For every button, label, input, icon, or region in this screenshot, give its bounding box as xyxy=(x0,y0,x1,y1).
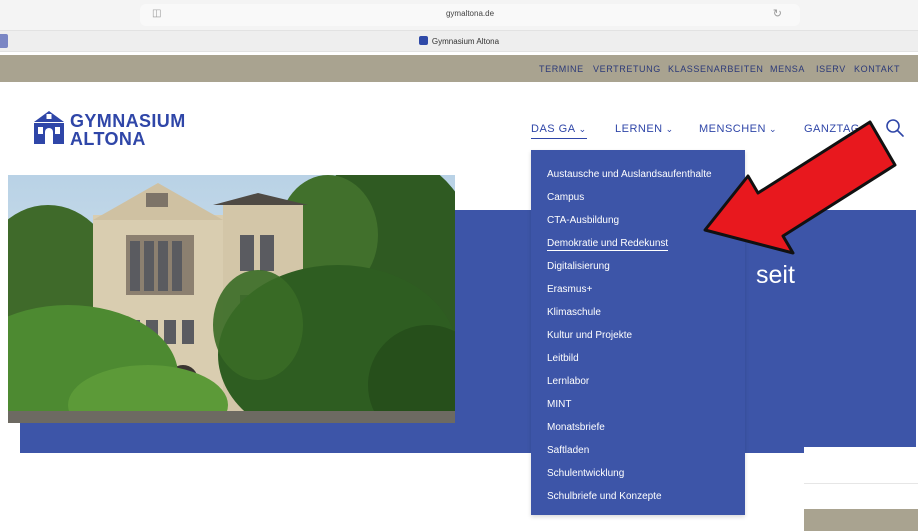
menu-item-mint[interactable]: MINT xyxy=(547,399,571,410)
browser-url-bar: ◫ gymaltona.de ↻ xyxy=(0,0,918,30)
reload-icon[interactable]: ↻ xyxy=(773,7,782,20)
util-link-termine[interactable]: TERMINE xyxy=(539,64,584,74)
school-building-icon xyxy=(34,111,64,144)
util-link-mensa[interactable]: MENSA xyxy=(770,64,805,74)
nav-das-ga[interactable]: DAS GA ⌄ xyxy=(531,123,587,139)
menu-item-klimaschule[interactable]: Klimaschule xyxy=(547,307,601,318)
menu-item-monatsbriefe[interactable]: Monatsbriefe xyxy=(547,422,605,433)
nav-das-ga-label: DAS GA xyxy=(531,123,576,135)
nav-lernen-label: LERNEN xyxy=(615,123,663,135)
nav-ganztag-label: GANZTAG xyxy=(804,123,860,135)
chevron-down-icon: ⌄ xyxy=(665,124,674,134)
school-building-photo xyxy=(8,175,455,423)
util-link-kontakt[interactable]: KONTAKT xyxy=(854,64,900,74)
menu-item-erasmus[interactable]: Erasmus+ xyxy=(547,284,592,295)
logo-text-line1: GYMNASIUM xyxy=(70,111,186,131)
menu-item-schulbriefe[interactable]: Schulbriefe und Konzepte xyxy=(547,491,662,502)
menu-item-kultur[interactable]: Kultur und Projekte xyxy=(547,330,632,341)
section-divider xyxy=(804,483,918,484)
util-link-iserv[interactable]: ISERV xyxy=(816,64,846,74)
site-logo[interactable]: GYMNASIUM ALTONA xyxy=(32,110,232,150)
school-photo-illustration xyxy=(8,175,455,423)
browser-tab-bar: Gymnasium Altona xyxy=(0,30,918,52)
menu-item-cta-ausbildung[interactable]: CTA-Ausbildung xyxy=(547,215,619,226)
hero-band-gap xyxy=(804,447,918,455)
url-text: gymaltona.de xyxy=(445,9,495,18)
tab-title: Gymnasium Altona xyxy=(431,37,500,46)
menu-item-digitalisierung[interactable]: Digitalisierung xyxy=(547,261,610,272)
menu-item-saftladen[interactable]: Saftladen xyxy=(547,445,589,456)
das-ga-dropdown-menu: Austausche und Auslandsaufenthalte Campu… xyxy=(531,150,745,515)
chevron-down-icon: ⌄ xyxy=(768,124,777,134)
logo-text-line2: ALTONA xyxy=(70,129,146,149)
favicon-icon xyxy=(418,36,428,45)
chevron-down-icon: ⌄ xyxy=(578,124,587,134)
nav-ganztag[interactable]: GANZTAG xyxy=(804,123,860,135)
hero-headline: seit xyxy=(756,261,795,289)
nav-menschen-label: MENSCHEN xyxy=(699,123,766,135)
menu-item-austausche[interactable]: Austausche und Auslandsaufenthalte xyxy=(547,169,712,180)
browser-tab[interactable]: Gymnasium Altona xyxy=(0,36,918,46)
sidebar-tab-sliver xyxy=(0,34,8,48)
util-link-klassenarbeiten[interactable]: KLASSENARBEITEN xyxy=(668,64,764,74)
menu-item-schulentwicklung[interactable]: Schulentwicklung xyxy=(547,468,624,479)
address-field[interactable]: ◫ gymaltona.de ↻ xyxy=(140,4,800,26)
menu-item-lernlabor[interactable]: Lernlabor xyxy=(547,376,589,387)
utility-nav: TERMINE VERTRETUNG KLASSENARBEITEN MENSA… xyxy=(0,55,918,82)
search-icon[interactable] xyxy=(885,118,905,138)
menu-item-campus[interactable]: Campus xyxy=(547,192,584,203)
menu-item-leitbild[interactable]: Leitbild xyxy=(547,353,579,364)
util-link-vertretung[interactable]: VERTRETUNG xyxy=(593,64,661,74)
nav-menschen[interactable]: MENSCHEN ⌄ xyxy=(699,123,777,135)
footer-bar xyxy=(804,509,918,531)
menu-item-demokratie[interactable]: Demokratie und Redekunst xyxy=(547,238,669,251)
nav-lernen[interactable]: LERNEN ⌄ xyxy=(615,123,674,135)
